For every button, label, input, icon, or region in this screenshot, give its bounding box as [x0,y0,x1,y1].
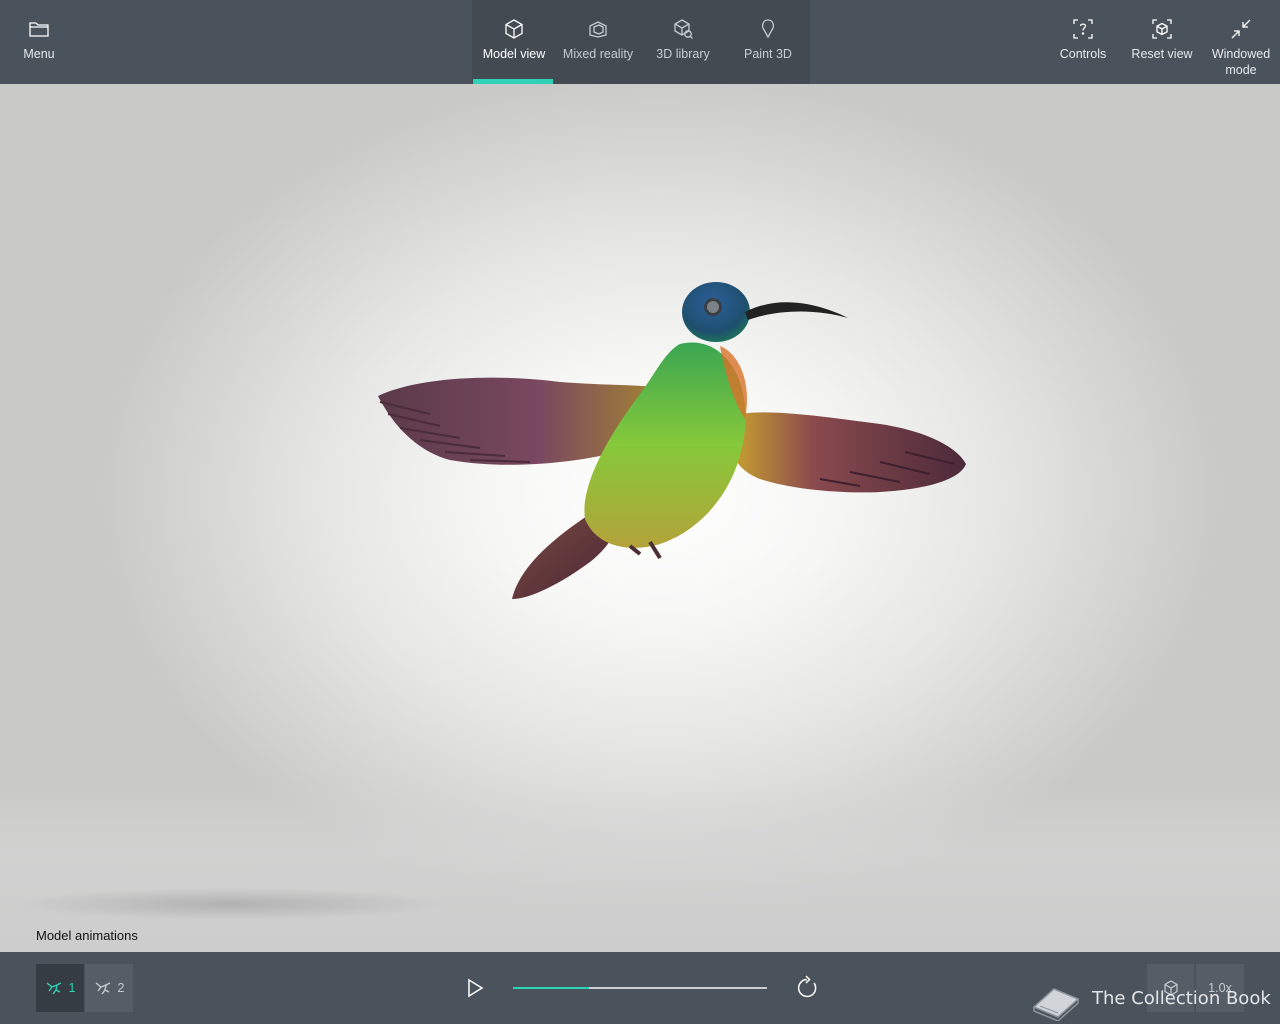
reset-view-icon [1152,19,1172,39]
reset-view-label: Reset view [1131,47,1193,61]
tab-model-view[interactable]: Model view [472,0,556,84]
watermark: The Collection Book [1030,974,1271,1022]
tab-label: Paint 3D [744,47,792,61]
play-icon[interactable] [460,974,488,1002]
menu-label: Menu [23,47,55,61]
reset-view-button[interactable]: Reset view [1130,0,1194,84]
animation-2-button[interactable]: 2 [85,964,133,1012]
book-icon [1032,988,1080,1021]
animation-progress-bar[interactable] [513,987,767,989]
mixed-reality-icon [589,21,607,38]
windowed-mode-button[interactable]: Windowed mode [1206,0,1276,84]
animation-1-button[interactable]: 1 [36,964,84,1012]
tab-3d-library[interactable]: 3D library [641,0,725,84]
windowed-mode-icon [1231,19,1251,39]
progress-fill [513,987,590,989]
top-toolbar: Menu Model view Mixed reality 3D library… [0,0,1280,84]
replay-icon[interactable] [794,974,820,1002]
model-animations-label: Model animations [36,928,138,943]
paint3d-icon [762,19,774,39]
controls-button[interactable]: Controls [1054,0,1112,84]
controls-label: Controls [1059,47,1107,61]
hummingbird-model[interactable] [0,84,1280,952]
animation-2-label: 2 [117,981,125,995]
tab-paint-3d[interactable]: Paint 3D [726,0,810,84]
controls-help-icon [1073,19,1093,39]
model-viewport[interactable]: Model animations [0,84,1280,952]
animation-1-label: 1 [68,981,76,995]
tab-label: 3D library [656,47,710,61]
tab-label: Model view [482,47,546,61]
tab-mixed-reality[interactable]: Mixed reality [556,0,640,84]
menu-button[interactable]: Menu [14,0,64,84]
watermark-text: The Collection Book [1092,987,1271,1009]
folder-icon [29,22,49,37]
windowed-mode-label: Windowed mode [1211,47,1271,77]
hummingbird-icon [95,982,110,995]
view-tabs: Model view Mixed reality 3D library Pain… [472,0,810,84]
cube-icon [505,19,523,39]
tab-label: Mixed reality [562,47,634,61]
hummingbird-icon [46,982,61,995]
library-icon [674,19,693,39]
